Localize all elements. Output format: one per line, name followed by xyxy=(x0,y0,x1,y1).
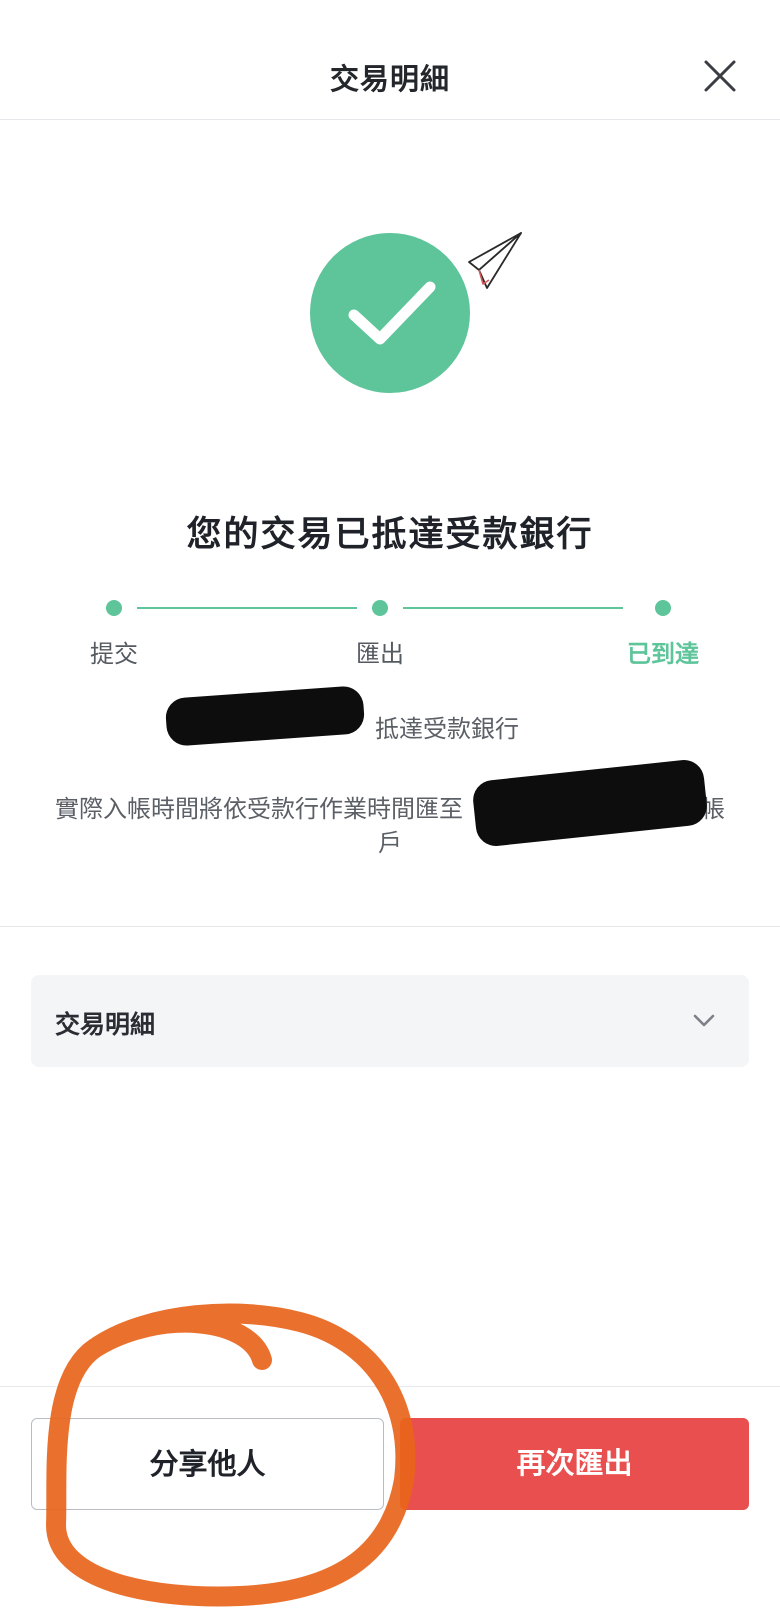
share-button[interactable]: 分享他人 xyxy=(31,1418,384,1510)
step-dot-submit xyxy=(106,600,122,616)
success-illustration xyxy=(300,228,540,398)
close-button[interactable] xyxy=(700,56,740,96)
header-bar: 交易明細 xyxy=(0,0,780,120)
chevron-down-icon xyxy=(693,1014,715,1027)
transfer-again-button[interactable]: 再次匯出 xyxy=(400,1418,749,1510)
progress-stepper: 提交 匯出 已到達 xyxy=(0,590,780,670)
close-icon[interactable] xyxy=(700,56,740,96)
step-line xyxy=(403,607,623,609)
step-dot-arrived xyxy=(655,600,671,616)
section-divider xyxy=(0,926,780,927)
step-line xyxy=(137,607,357,609)
arrival-note-line3: 戶 xyxy=(378,829,402,857)
step-label-arrived: 已到達 xyxy=(627,640,699,668)
details-label: 交易明細 xyxy=(55,1010,156,1039)
step-label-submit: 提交 xyxy=(90,640,138,668)
status-description-line1: 抵達受款銀行 xyxy=(0,712,780,746)
footer-divider xyxy=(0,1386,780,1387)
result-title: 您的交易已抵達受款銀行 xyxy=(186,515,594,555)
arrival-note: 實際入帳時間將依受款行作業時間匯至 xyxy=(55,795,463,823)
paper-plane-icon xyxy=(468,232,522,289)
transaction-details-toggle[interactable]: 交易明細 xyxy=(31,975,749,1067)
page-title: 交易明細 xyxy=(329,62,450,96)
step-dot-export xyxy=(372,600,388,616)
step-label-export: 匯出 xyxy=(356,640,404,668)
success-circle xyxy=(310,233,470,393)
check-icon xyxy=(348,281,436,345)
